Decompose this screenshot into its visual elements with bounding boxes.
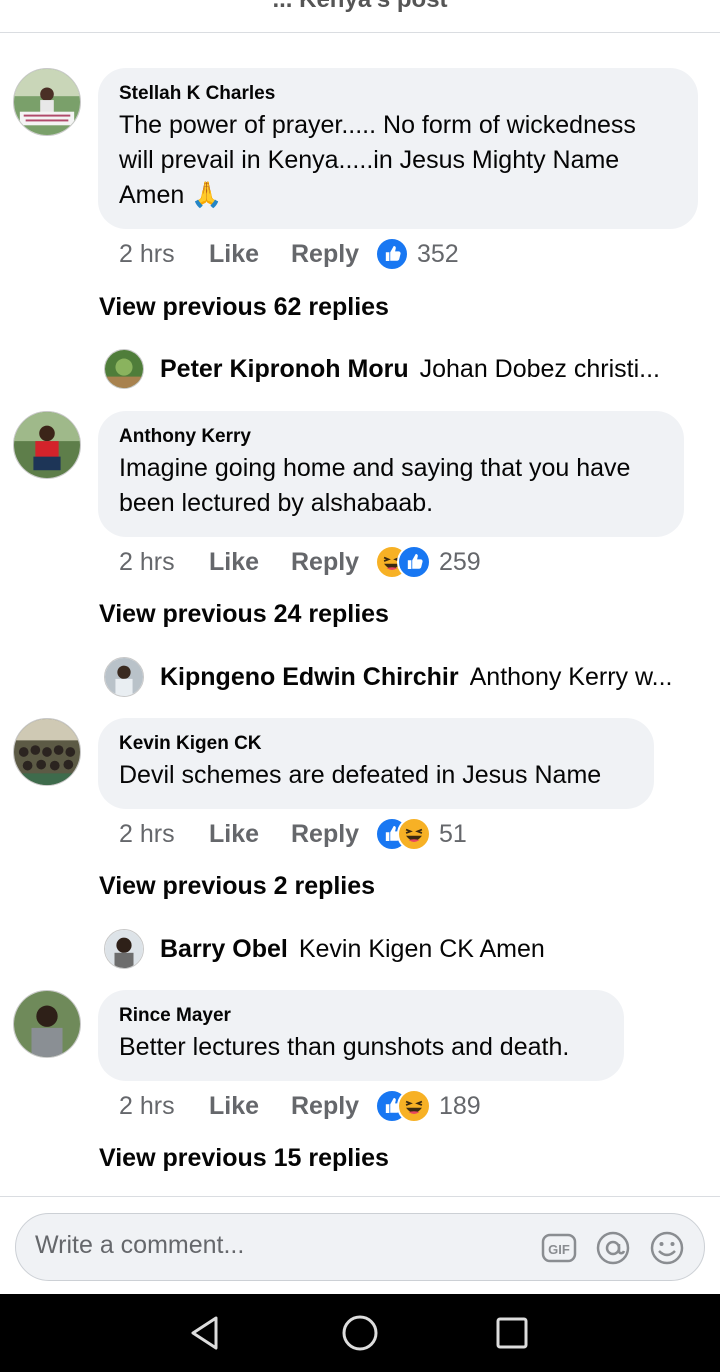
comment-actions: 2 hrs Like Reply 189 — [119, 1088, 481, 1124]
avatar — [104, 929, 144, 969]
reply-author: Peter Kipronoh Moru — [160, 354, 409, 383]
comment-input[interactable]: Write a comment... GIF — [15, 1213, 705, 1281]
comment-author[interactable]: Anthony Kerry — [119, 425, 663, 449]
comment-bubble[interactable]: Kevin Kigen CK Devil schemes are defeate… — [98, 718, 654, 809]
back-icon[interactable] — [186, 1313, 226, 1353]
comment-bubble[interactable]: Stellah K Charles The power of prayer...… — [98, 68, 698, 229]
reaction-count: 51 — [439, 819, 467, 848]
comment-actions: 2 hrs Like Reply 259 — [119, 544, 481, 580]
reaction-count: 189 — [439, 1091, 481, 1120]
latest-reply[interactable]: Kipngeno Edwin Chirchir Anthony Kerry w.… — [104, 656, 704, 698]
avatar[interactable] — [13, 718, 81, 786]
comment-time[interactable]: 2 hrs — [119, 548, 209, 577]
comment-bubble[interactable]: Rince Mayer Better lectures than gunshot… — [98, 990, 624, 1081]
reply-button[interactable]: Reply — [291, 820, 375, 849]
comment-text: The power of prayer..... No form of wick… — [119, 111, 636, 209]
comment-time[interactable]: 2 hrs — [119, 240, 209, 269]
haha-reaction-icon — [397, 1089, 431, 1123]
like-reaction-icon — [397, 545, 431, 579]
reply-button[interactable]: Reply — [291, 1092, 375, 1121]
view-previous-replies[interactable]: View previous 2 replies — [99, 872, 375, 901]
view-previous-replies[interactable]: View previous 62 replies — [99, 293, 389, 322]
reactions-summary[interactable]: 189 — [375, 1089, 481, 1123]
comment-bubble[interactable]: Anthony Kerry Imagine going home and say… — [98, 411, 684, 537]
post-title: ... Kenya's post — [0, 0, 720, 14]
comment-time[interactable]: 2 hrs — [119, 820, 209, 849]
latest-reply[interactable]: Barry Obel Kevin Kigen CK Amen — [104, 928, 704, 970]
comment-actions: 2 hrs Like Reply 352 — [119, 236, 459, 272]
mention-icon[interactable] — [595, 1230, 631, 1266]
reply-text: Kevin Kigen CK Amen — [298, 934, 545, 963]
view-previous-replies[interactable]: View previous 24 replies — [99, 600, 389, 629]
comment-author[interactable]: Rince Mayer — [119, 1004, 603, 1028]
comment-author[interactable]: Stellah K Charles — [119, 82, 677, 106]
comment-time[interactable]: 2 hrs — [119, 1092, 209, 1121]
avatar — [104, 657, 144, 697]
view-previous-replies[interactable]: View previous 15 replies — [99, 1144, 389, 1173]
reactions-summary[interactable]: 259 — [375, 545, 481, 579]
comment-author[interactable]: Kevin Kigen CK — [119, 732, 633, 756]
avatar[interactable] — [13, 990, 81, 1058]
gif-icon[interactable]: GIF — [541, 1230, 577, 1266]
comment-text: Imagine going home and saying that you h… — [119, 454, 631, 517]
like-button[interactable]: Like — [209, 820, 291, 849]
like-button[interactable]: Like — [209, 1092, 291, 1121]
latest-reply[interactable]: Peter Kipronoh Moru Johan Dobez christi.… — [104, 348, 704, 390]
haha-reaction-icon — [397, 817, 431, 851]
avatar[interactable] — [13, 68, 81, 136]
svg-text:GIF: GIF — [548, 1242, 570, 1257]
comment-input-placeholder: Write a comment... — [35, 1231, 245, 1259]
home-icon[interactable] — [340, 1313, 380, 1353]
reply-author: Barry Obel — [160, 934, 288, 963]
comment-text: Better lectures than gunshots and death. — [119, 1033, 570, 1061]
like-reaction-icon — [375, 237, 409, 271]
emoji-icon[interactable] — [649, 1230, 685, 1266]
comment-text: Devil schemes are defeated in Jesus Name — [119, 761, 602, 789]
reply-text: Johan Dobez christi... — [419, 354, 661, 383]
system-nav-bar — [0, 1294, 720, 1372]
reaction-count: 259 — [439, 547, 481, 576]
reply-button[interactable]: Reply — [291, 240, 375, 269]
reply-author: Kipngeno Edwin Chirchir — [160, 662, 459, 691]
like-button[interactable]: Like — [209, 240, 291, 269]
avatar[interactable] — [13, 411, 81, 479]
recents-icon[interactable] — [492, 1313, 532, 1353]
reply-text: Anthony Kerry w... — [469, 662, 673, 691]
reactions-summary[interactable]: 51 — [375, 817, 467, 851]
reply-button[interactable]: Reply — [291, 548, 375, 577]
like-button[interactable]: Like — [209, 548, 291, 577]
comment-actions: 2 hrs Like Reply 51 — [119, 816, 467, 852]
avatar — [104, 349, 144, 389]
reactions-summary[interactable]: 352 — [375, 237, 459, 271]
comment-composer: Write a comment... GIF — [0, 1196, 720, 1294]
reaction-count: 352 — [417, 239, 459, 268]
post-header: ... Kenya's post — [0, 0, 720, 33]
